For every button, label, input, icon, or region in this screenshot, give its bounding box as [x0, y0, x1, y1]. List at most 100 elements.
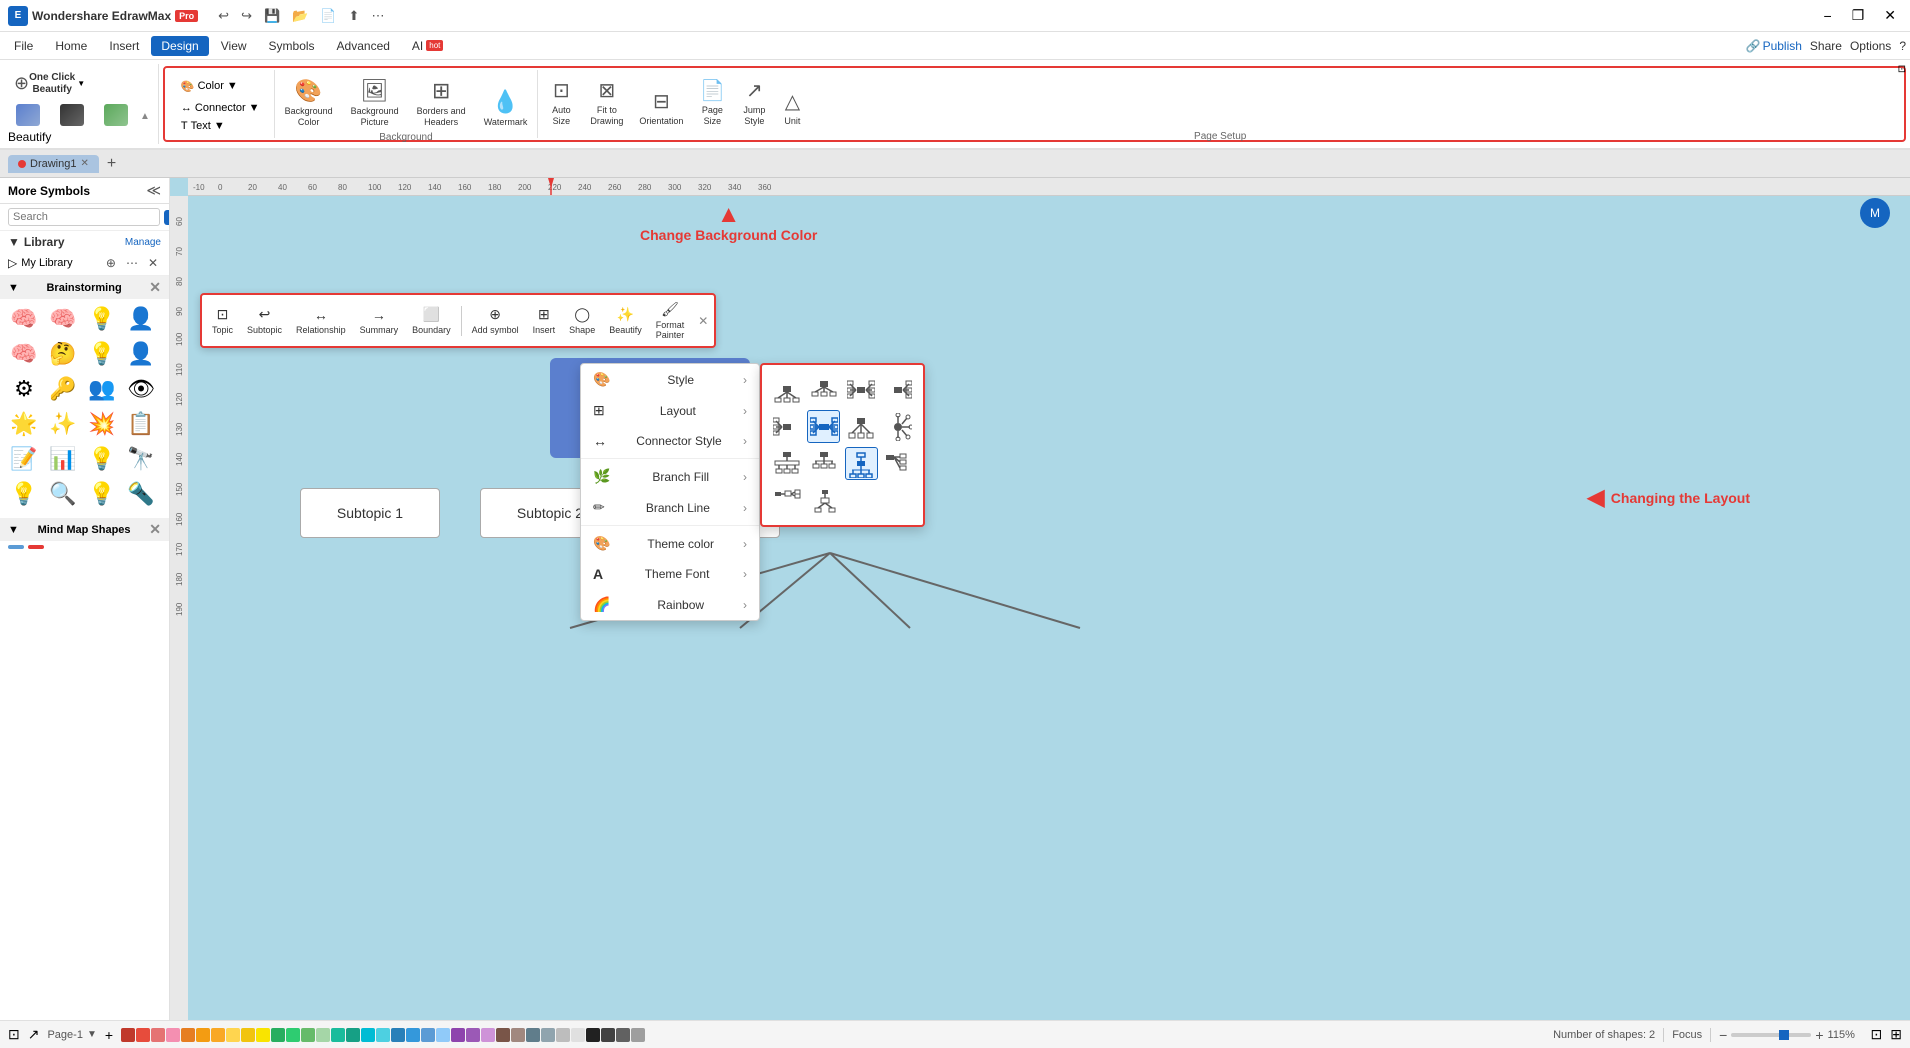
shape-swatch-blue[interactable]	[8, 545, 24, 549]
layout-item-11-selected[interactable]	[845, 447, 878, 480]
checklist-icon-1[interactable]: 📋	[125, 408, 157, 440]
expand-styles-up[interactable]: ▲	[140, 111, 150, 122]
color-swatch-16[interactable]	[346, 1028, 360, 1042]
zoom-slider[interactable]	[1731, 1033, 1811, 1037]
tab-drawing1[interactable]: Drawing1 ✕	[8, 155, 99, 173]
library-expand-icon[interactable]: ▼	[8, 235, 20, 249]
page-add-btn[interactable]: +	[105, 1027, 113, 1043]
export-btn[interactable]: ⬆	[345, 6, 364, 26]
layout-item-2[interactable]	[807, 373, 840, 406]
settings-btn[interactable]: ⋯	[367, 6, 388, 26]
flashlight-icon-1[interactable]: 🔦	[125, 478, 157, 510]
brainstorming-expand-icon[interactable]: ▼	[8, 282, 19, 294]
ctx-layout[interactable]: ⊞ Layout ›	[581, 395, 759, 426]
ctx-rainbow[interactable]: 🌈 Rainbow ›	[581, 589, 759, 620]
one-click-beautify-btn[interactable]: ⊕ One ClickBeautify ▼	[8, 66, 91, 100]
fit-drawing-btn[interactable]: ⊠ Fit toDrawing	[584, 74, 629, 131]
color-swatch-10[interactable]	[256, 1028, 270, 1042]
nav-icon-2[interactable]: ↗	[28, 1026, 40, 1043]
mind-map-close-btn[interactable]: ✕	[149, 521, 161, 538]
note-icon-1[interactable]: 📝	[8, 443, 40, 475]
borders-headers-btn[interactable]: ⊞ Borders andHeaders	[411, 74, 472, 132]
style-2-btn[interactable]	[52, 102, 92, 130]
color-swatch-35[interactable]	[631, 1028, 645, 1042]
color-swatch-6[interactable]	[196, 1028, 210, 1042]
bulb-icon-1[interactable]: 💡	[86, 443, 118, 475]
subtopic-box-1[interactable]: Subtopic 1	[300, 488, 440, 538]
subtopic-btn[interactable]: ↩ Subtopic	[243, 304, 286, 337]
connector-dropdown-btn[interactable]: ↔ Connector ▼	[175, 100, 266, 116]
people-icon-1[interactable]: 👥	[86, 373, 118, 405]
tab-close-icon[interactable]: ✕	[80, 158, 88, 169]
color-swatch-3[interactable]	[151, 1028, 165, 1042]
menu-design[interactable]: Design	[151, 36, 208, 56]
canvas-area[interactable]: -100 2040 6080 100120 140160 180200 2202…	[170, 178, 1910, 1020]
fullscreen-btn[interactable]: ⊞	[1890, 1026, 1902, 1043]
my-library-expand-icon[interactable]: ▷	[8, 256, 17, 270]
person-icon-1[interactable]: 👤	[125, 303, 157, 335]
close-btn[interactable]: ✕	[1878, 5, 1902, 26]
think-icon-1[interactable]: 🤔	[47, 338, 79, 370]
restore-btn[interactable]: ❐	[1846, 5, 1871, 26]
share-btn[interactable]: Share	[1810, 39, 1842, 53]
auto-size-btn[interactable]: ⊡ AutoSize	[542, 74, 580, 131]
color-swatch-15[interactable]	[331, 1028, 345, 1042]
layout-item-4[interactable]	[882, 373, 915, 406]
gear-icon-1[interactable]: ⚙	[8, 373, 40, 405]
format-painter-btn[interactable]: 🖌 FormatPainter	[652, 299, 689, 342]
layout-item-13[interactable]	[770, 484, 803, 517]
topic-btn[interactable]: ⊡ Topic	[208, 304, 237, 337]
color-swatch-31[interactable]	[571, 1028, 585, 1042]
mind-map-expand-icon[interactable]: ▼	[8, 524, 19, 536]
brain-icon-1[interactable]: 🧠	[8, 303, 40, 335]
menu-file[interactable]: File	[4, 36, 43, 56]
jump-style-btn[interactable]: ↗ JumpStyle	[735, 74, 773, 131]
color-swatch-7[interactable]	[211, 1028, 225, 1042]
layout-item-12[interactable]	[882, 447, 915, 480]
ctx-branch-line[interactable]: ✏ Branch Line ›	[581, 492, 759, 523]
color-swatch-23[interactable]	[451, 1028, 465, 1042]
chart-icon-1[interactable]: 📊	[47, 443, 79, 475]
manage-btn[interactable]: Manage	[125, 237, 161, 248]
color-swatch-34[interactable]	[616, 1028, 630, 1042]
boundary-btn[interactable]: ⬜ Boundary	[408, 304, 455, 337]
open-btn[interactable]: 📂	[288, 6, 312, 26]
menu-view[interactable]: View	[211, 36, 257, 56]
color-swatch-17[interactable]	[361, 1028, 375, 1042]
color-swatch-5[interactable]	[181, 1028, 195, 1042]
color-swatch-33[interactable]	[601, 1028, 615, 1042]
color-swatch-11[interactable]	[271, 1028, 285, 1042]
zoom-out-btn[interactable]: −	[1719, 1027, 1727, 1043]
background-color-btn[interactable]: 🎨 BackgroundColor	[279, 74, 339, 132]
ctx-connector-style[interactable]: ↔ Connector Style ›	[581, 426, 759, 456]
library-options-btn[interactable]: ⋯	[123, 255, 141, 271]
color-swatch-26[interactable]	[496, 1028, 510, 1042]
style-1-btn[interactable]	[8, 102, 48, 130]
help-btn[interactable]: ?	[1899, 39, 1906, 53]
shape-btn[interactable]: ◯ Shape	[565, 304, 599, 337]
page-size-btn[interactable]: 📄 PageSize	[693, 74, 731, 131]
layout-item-1[interactable]	[770, 373, 803, 406]
person-icon-2[interactable]: 👤	[125, 338, 157, 370]
minimize-btn[interactable]: −	[1818, 6, 1838, 26]
layout-item-6-selected[interactable]	[807, 410, 840, 443]
brainstorming-close-btn[interactable]: ✕	[149, 279, 161, 296]
ctx-branch-fill[interactable]: 🌿 Branch Fill ›	[581, 461, 759, 492]
layout-item-10[interactable]	[807, 447, 840, 480]
layout-item-9[interactable]	[770, 447, 803, 480]
sparkle-icon-1[interactable]: ✨	[47, 408, 79, 440]
color-swatch-28[interactable]	[526, 1028, 540, 1042]
orientation-btn[interactable]: ⊟ Orientation	[633, 85, 689, 131]
key-icon-1[interactable]: 🔑	[47, 373, 79, 405]
menu-home[interactable]: Home	[45, 36, 97, 56]
layout-item-7[interactable]	[845, 410, 878, 443]
color-swatch-9[interactable]	[241, 1028, 255, 1042]
menu-ai[interactable]: AI hot	[402, 36, 453, 56]
color-dropdown-btn[interactable]: 🎨 Color ▼	[175, 78, 244, 95]
fit-page-btn[interactable]: ⊡	[1871, 1026, 1883, 1043]
magnify-icon-1[interactable]: 🔍	[47, 478, 79, 510]
beautify-btn[interactable]: ✨ Beautify	[605, 304, 646, 337]
tab-add-btn[interactable]: +	[101, 153, 122, 175]
redo-btn[interactable]: ↪	[237, 6, 256, 26]
telescope-icon-1[interactable]: 🔭	[125, 443, 157, 475]
